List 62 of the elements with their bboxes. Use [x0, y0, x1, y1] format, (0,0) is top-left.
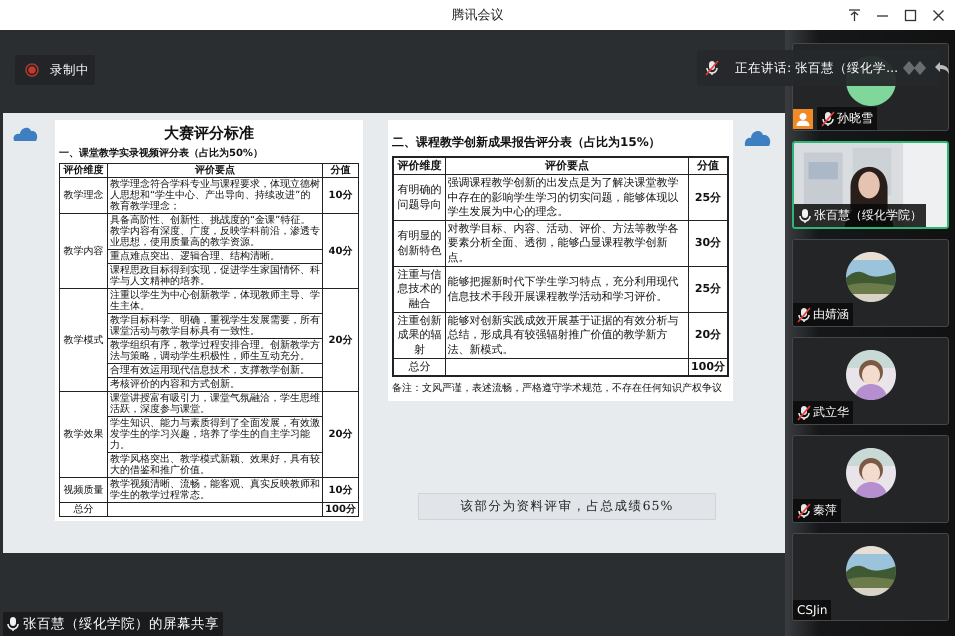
- participant-tile[interactable]: 由婧涵: [792, 239, 949, 327]
- record-icon: [25, 63, 39, 77]
- table-cell: 10分: [322, 478, 358, 502]
- table-title: 二、课程教学创新成果报告评分表（占比为15%）: [392, 134, 662, 151]
- column-header: 分值: [322, 164, 358, 178]
- table-note: 备注：文风严谨，表述流畅，严格遵守学术规范，不存在任何知识产权争议: [392, 382, 723, 396]
- table-cell: 总分: [60, 502, 108, 516]
- column-header: 分值: [688, 157, 728, 175]
- table-cell: 注重创新成果的辐射: [393, 312, 445, 358]
- table-cell: 100分: [322, 502, 358, 516]
- table-cell: 有明显的创新特色: [393, 220, 445, 267]
- participant-name: 武立华: [793, 401, 853, 424]
- table-cell: 20分: [322, 392, 358, 478]
- table-cell: 教学理念: [60, 178, 108, 214]
- table-cell: 能够对创新实践成效开展基于证据的有效分析与总结，形成具有较强辐射推广价值的教学新方法、新模式。: [445, 312, 689, 358]
- screen-share-label: 张百慧（绥化学院）的屏幕共享: [3, 612, 223, 636]
- participant-tile[interactable]: 秦萍: [792, 435, 949, 523]
- table-cell: 40分: [322, 214, 358, 288]
- window-title: 腾讯会议: [452, 8, 504, 23]
- participant-name: CSJin: [793, 600, 832, 620]
- table-cell: 对教学目标、内容、活动、评价、方法等教学各要素分析全面、透彻，能够凸显课程教学创新点。: [445, 220, 689, 267]
- table-cell: 考核评价的内容和方式创新。: [108, 378, 322, 392]
- table-cell: 教学内容: [60, 214, 108, 288]
- participant-name: 由婧涵: [793, 303, 853, 326]
- table-cell: 有明确的问题导向: [393, 174, 445, 221]
- table-cell: 10分: [322, 178, 358, 214]
- table-cell: 注重以学生为中心创新教学，体现教师主导、学生主体。: [108, 288, 322, 314]
- chevrons-icon: [902, 59, 928, 77]
- table-title: 一、课堂教学实录视频评分表（占比为50%）: [59, 146, 264, 160]
- table-cell: 课程思政目标得到实现，促进学生家国情怀、科学与人文精神的培养。: [108, 264, 322, 288]
- summary-banner: 该部分为资料评审，占总成绩65%: [418, 493, 716, 520]
- table-cell: 学生知识、能力与素质得到了全面发展，有效激发学生的学习兴趣，培养了学生的自主学习能力。: [108, 416, 322, 452]
- table-cell: 教学目标科学、明确，重视学生发展需要，所有课堂活动与教学目标具有一致性。: [108, 314, 322, 338]
- participant-tile[interactable]: 武立华: [792, 337, 949, 425]
- table-cell: 教学模式: [60, 288, 108, 392]
- table-cell: 能够把握新时代下学生学习特点，充分利用现代信息技术手段开展课程教学活动和学习评价。: [445, 266, 689, 312]
- participant-name: 秦萍: [793, 499, 841, 522]
- pin-icon[interactable]: [846, 6, 863, 24]
- table-cell: 教学视频清晰、流畅，能客观、真实反映教师和学生的教学过程常态。: [108, 478, 322, 502]
- column-header: 评价维度: [60, 164, 108, 178]
- column-header: 评价要点: [108, 164, 322, 178]
- participant-tile[interactable]: 张百慧（绥化学院）: [792, 141, 949, 229]
- undo-icon[interactable]: [934, 60, 950, 76]
- participant-name: 张百慧（绥化学院）: [794, 204, 926, 227]
- table-cell: 教学理念符合学科专业与课程要求，体现立德树人思想和“学生中心、产出导向、持续改进”的教育教学理念；: [108, 178, 322, 214]
- column-header: 评价要点: [445, 157, 689, 175]
- table-cell: 课堂讲授富有吸引力，课堂气氛融洽，学生思维活跃，深度参与课堂。: [108, 392, 322, 416]
- table-cell: 教学风格突出、教学模式新颖、效果好，具有较大的借鉴和推广价值。: [108, 452, 322, 478]
- table-cell: 具备高阶性、创新性、挑战度的“金课”特征。教学内容有深度、广度，反映学科前沿，渗透专业思想，使用质量高的教学资源。: [108, 214, 322, 250]
- participant-name: 孙晓雪: [817, 107, 877, 130]
- recording-label: 录制中: [50, 62, 89, 78]
- table-cell: 注重与信息技术的融合: [393, 266, 445, 312]
- participant-tile[interactable]: CSJin: [792, 533, 949, 621]
- table-cell: 视频质量: [60, 478, 108, 502]
- table-cell: 教学效果: [60, 392, 108, 478]
- table-cell: 强调课程教学创新的出发点是为了解决课堂教学中存在的影响学生学习的切实问题，能够体现以学生发展为中心的理念。: [445, 174, 689, 221]
- page-title: 大赛评分标准: [163, 124, 255, 143]
- table-cell: 合理有效运用现代信息技术，支撑教学创新。: [108, 364, 322, 378]
- table-cell: 重点难点突出、逻辑合理、结构清晰。: [108, 250, 322, 264]
- table-cell: 20分: [322, 288, 358, 392]
- column-header: 评价维度: [393, 157, 445, 175]
- table-cell: 教学组织有序，教学过程安排合理。创新教学方法与策略，调动学生积极性，师生互动充分。: [108, 338, 322, 364]
